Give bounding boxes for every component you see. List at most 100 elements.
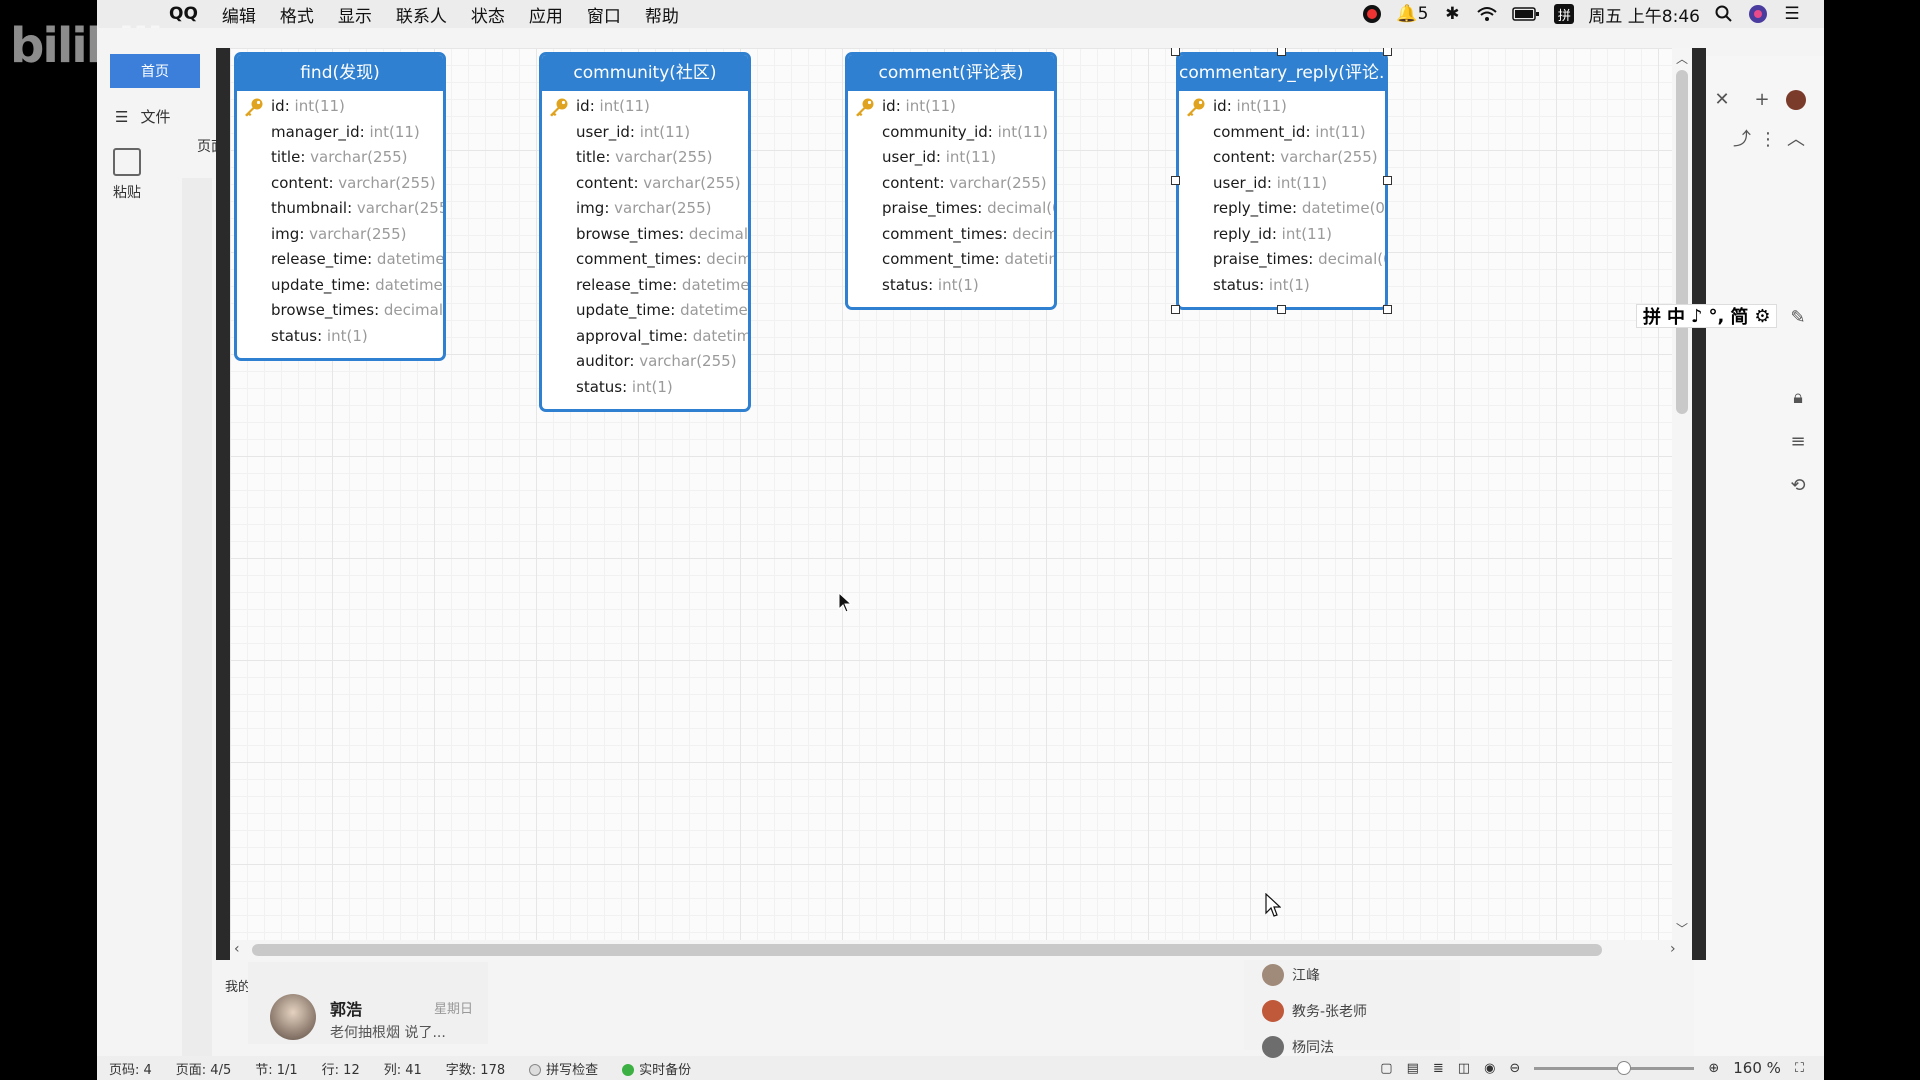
er-field-row[interactable]: status: int(1) (542, 375, 748, 401)
er-field-row[interactable]: browse_times: decimal(0, 0) (237, 298, 443, 324)
er-field-row[interactable]: status: int(1) (1179, 273, 1385, 299)
scroll-down-icon[interactable]: ﹀ (1672, 920, 1692, 937)
tab-home[interactable]: 首页 (110, 54, 200, 88)
er-field-row[interactable]: id: int(11) (848, 94, 1054, 120)
qq-status-icon[interactable] (1362, 4, 1382, 24)
fullscreen-icon[interactable]: ⛶ (1795, 1061, 1804, 1076)
lock-icon[interactable]: 🔒︎ (1786, 386, 1810, 410)
er-table-title[interactable]: find(发现) (237, 55, 443, 91)
er-field-row[interactable]: status: int(1) (848, 273, 1054, 299)
menu-app-qq[interactable]: QQ (157, 4, 210, 24)
er-table[interactable]: comment(评论表) id: int(11) community_id: int… (845, 52, 1057, 310)
hamburger-icon[interactable]: ☰ (115, 108, 128, 126)
er-field-row[interactable]: update_time: datetime(0) (237, 273, 443, 299)
settings-sliders-icon[interactable]: ≡ (1786, 430, 1810, 454)
bluetooth-icon[interactable]: ✱ (1442, 4, 1462, 24)
er-table[interactable]: find(发现) id: int(11) manager_id: int(11) ti… (234, 52, 446, 361)
clock[interactable]: 周五 上午8:46 (1588, 2, 1700, 27)
scroll-up-icon[interactable]: ︿ (1672, 50, 1692, 67)
menu-window[interactable]: 窗口 (575, 2, 633, 27)
spell-check-toggle[interactable]: 拼写检查 (517, 1059, 610, 1078)
er-field-row[interactable]: status: int(1) (237, 324, 443, 350)
ime-punctuation-icon[interactable]: °, (1709, 306, 1725, 327)
er-field-row[interactable]: content: varchar(255) (848, 171, 1054, 197)
eye-protect-icon[interactable]: ◉ (1484, 1061, 1495, 1076)
notification-center-icon[interactable]: ☰ (1782, 4, 1802, 24)
er-field-row[interactable]: approval_time: datetime(0) (542, 324, 748, 350)
er-field-row[interactable]: user_id: int(11) (542, 120, 748, 146)
input-method-icon[interactable]: 拼 (1554, 4, 1575, 24)
web-view-icon[interactable]: ◫ (1458, 1061, 1470, 1076)
er-field-row[interactable]: auditor: varchar(255) (542, 349, 748, 375)
spotlight-search-icon[interactable] (1714, 4, 1734, 24)
vertical-scroll-thumb[interactable] (1676, 70, 1688, 414)
scroll-right-icon[interactable]: › (1670, 941, 1676, 957)
selection-resize-handle[interactable] (1383, 305, 1392, 314)
er-field-row[interactable]: content: varchar(255) (542, 171, 748, 197)
menu-help[interactable]: 帮助 (633, 2, 691, 27)
er-field-row[interactable]: praise_times: decimal(0, 0) (1179, 247, 1385, 273)
ime-moon-icon[interactable]: ♪ (1691, 306, 1703, 327)
contact-item[interactable]: 江峰 (1262, 964, 1320, 986)
er-field-row[interactable]: update_time: datetime(0) (542, 298, 748, 324)
er-field-row[interactable]: release_time: datetime(0) (542, 273, 748, 299)
paste-button[interactable]: 粘贴 (107, 148, 147, 202)
er-table[interactable]: commentary_reply(评论... id: int(11) comment… (1176, 52, 1388, 310)
er-diagram-canvas[interactable]: find(发现) id: int(11) manager_id: int(11) ti… (230, 48, 1672, 940)
wifi-icon[interactable] (1476, 4, 1498, 24)
collapse-icon[interactable]: ︿ (1784, 128, 1808, 152)
file-menu[interactable]: ☰ 文件 (115, 106, 170, 127)
zoom-in-icon[interactable]: ⊕ (1708, 1061, 1719, 1076)
er-field-row[interactable]: title: varchar(255) (542, 145, 748, 171)
er-field-row[interactable]: release_time: datetime(0) (237, 247, 443, 273)
er-field-row[interactable]: reply_time: datetime(0) (1179, 196, 1385, 222)
add-tab-icon[interactable]: + (1750, 88, 1774, 112)
contact-item[interactable]: 教务-张老师 (1262, 1000, 1367, 1022)
er-field-row[interactable]: comment_time: datetime(0) (848, 247, 1054, 273)
selection-resize-handle[interactable] (1277, 48, 1286, 56)
status-word-count[interactable]: 字数: 178 (434, 1059, 517, 1078)
close-icon[interactable]: ✕ (1710, 88, 1734, 112)
zoom-level[interactable]: 160 % (1733, 1059, 1781, 1077)
menu-format[interactable]: 格式 (268, 2, 326, 27)
er-field-row[interactable]: manager_id: int(11) (237, 120, 443, 146)
menu-status[interactable]: 状态 (459, 2, 517, 27)
er-field-row[interactable]: comment_times: decimal(... (848, 222, 1054, 248)
menu-edit[interactable]: 编辑 (210, 2, 268, 27)
selection-resize-handle[interactable] (1383, 176, 1392, 185)
er-field-row[interactable]: img: varchar(255) (542, 196, 748, 222)
er-field-row[interactable]: browse_times: decimal(0, 0) (542, 222, 748, 248)
scroll-left-icon[interactable]: ‹ (234, 941, 240, 957)
history-icon[interactable]: ⟲ (1786, 474, 1810, 498)
er-field-row[interactable]: id: int(11) (237, 94, 443, 120)
avatar[interactable] (1786, 90, 1806, 110)
selection-resize-handle[interactable] (1277, 305, 1286, 314)
zoom-slider-handle[interactable] (1616, 1060, 1631, 1075)
horizontal-scroll-thumb[interactable] (252, 944, 1602, 956)
er-field-row[interactable]: comment_id: int(11) (1179, 120, 1385, 146)
selection-resize-handle[interactable] (1171, 48, 1180, 56)
ime-pinyin-icon[interactable]: 拼 (1643, 303, 1661, 329)
er-field-row[interactable]: title: varchar(255) (237, 145, 443, 171)
chat-notification[interactable]: 郭浩 星期日 老何抽根烟 说了... (248, 962, 488, 1044)
er-field-row[interactable]: thumbnail: varchar(255) (237, 196, 443, 222)
er-field-row[interactable]: id: int(11) (542, 94, 748, 120)
er-table-title[interactable]: commentary_reply(评论... (1179, 55, 1385, 91)
outline-view-icon[interactable]: ≣ (1433, 1061, 1444, 1076)
er-field-row[interactable]: content: varchar(255) (237, 171, 443, 197)
notification-bell-icon[interactable]: 🔔 5 (1396, 4, 1428, 24)
menu-view[interactable]: 显示 (326, 2, 384, 27)
selection-resize-handle[interactable] (1383, 48, 1392, 56)
er-field-row[interactable]: praise_times: decimal(0, 0) (848, 196, 1054, 222)
menu-contacts[interactable]: 联系人 (384, 2, 459, 27)
share-icon[interactable]: ⤴ (1730, 128, 1754, 152)
er-field-row[interactable]: comment_times: decimal(... (542, 247, 748, 273)
er-table-title[interactable]: community(社区) (542, 55, 748, 91)
er-field-row[interactable]: community_id: int(11) (848, 120, 1054, 146)
page-view-icon[interactable]: ▢ (1380, 1061, 1392, 1076)
er-field-row[interactable]: content: varchar(255) (1179, 145, 1385, 171)
contact-item[interactable]: 杨同法 (1262, 1036, 1334, 1058)
status-page[interactable]: 页面: 4/5 (164, 1059, 243, 1078)
er-field-row[interactable]: user_id: int(11) (848, 145, 1054, 171)
selection-resize-handle[interactable] (1171, 176, 1180, 185)
